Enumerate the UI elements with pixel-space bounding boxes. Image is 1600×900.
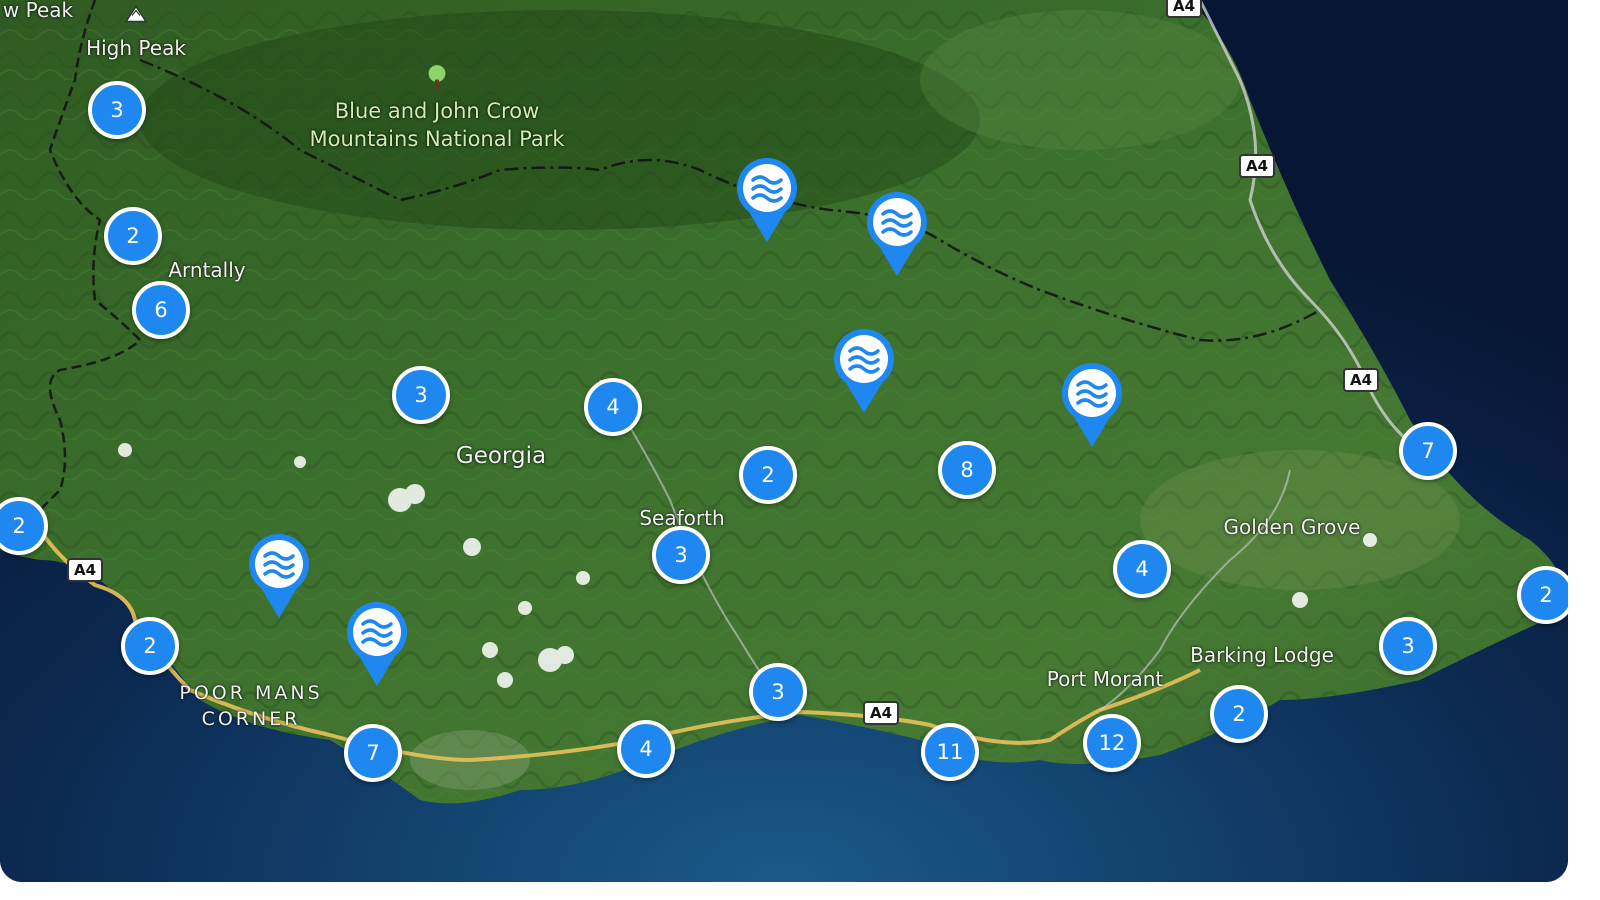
water-waves-icon (347, 602, 407, 686)
place-label-port-morant: Port Morant (1046, 667, 1164, 691)
map-view[interactable]: w Peak High Peak Blue and John Crow Moun… (0, 0, 1568, 882)
cluster-marker[interactable]: 11 (921, 723, 979, 781)
water-location-pin[interactable] (832, 329, 896, 415)
water-location-pin[interactable] (345, 602, 409, 688)
park-name-line2: Mountains National Park (309, 127, 565, 151)
water-waves-icon (1062, 363, 1122, 447)
satellite-basemap (0, 0, 1568, 882)
place-label-arntally: Arntally (168, 258, 246, 282)
water-location-pin[interactable] (1060, 363, 1124, 449)
cluster-marker[interactable]: 4 (617, 720, 675, 778)
cluster-marker[interactable]: 7 (344, 724, 402, 782)
road-shield-a4: A4 (66, 558, 104, 582)
cluster-marker[interactable]: 2 (121, 617, 179, 675)
water-location-pin[interactable] (865, 192, 929, 278)
cluster-marker[interactable]: 6 (132, 281, 190, 339)
water-location-pin[interactable] (735, 158, 799, 244)
place-label-barking-lodge: Barking Lodge (1190, 643, 1334, 667)
corner-name-line2: CORNER (201, 708, 301, 730)
cluster-marker[interactable]: 3 (88, 81, 146, 139)
place-label-poor-mans-corner: POOR MANS CORNER (179, 680, 322, 732)
corner-name-line1: POOR MANS (179, 682, 323, 704)
water-waves-icon (737, 158, 797, 242)
road-shield-a4: A4 (1342, 368, 1380, 392)
place-label-high-peak: High Peak (86, 36, 186, 60)
place-label-w-peak: w Peak (2, 0, 74, 22)
cluster-marker[interactable]: 2 (739, 446, 797, 504)
water-location-pin[interactable] (247, 534, 311, 620)
cluster-marker[interactable]: 12 (1083, 714, 1141, 772)
cluster-marker[interactable]: 4 (584, 378, 642, 436)
cluster-marker[interactable]: 8 (938, 441, 996, 499)
park-name-line1: Blue and John Crow (334, 99, 540, 123)
cluster-marker[interactable]: 4 (1113, 540, 1171, 598)
water-waves-icon (249, 534, 309, 618)
place-label-golden-grove: Golden Grove (1223, 515, 1361, 539)
cluster-marker[interactable]: 2 (1517, 566, 1568, 624)
cluster-marker[interactable]: 3 (392, 366, 450, 424)
mountain-peak-icon (124, 5, 148, 28)
park-tree-icon (424, 63, 450, 97)
cluster-marker[interactable]: 2 (104, 207, 162, 265)
cluster-marker[interactable]: 3 (652, 526, 710, 584)
place-label-georgia: Georgia (455, 443, 547, 469)
road-shield-a4: A4 (1238, 154, 1276, 178)
cluster-marker[interactable]: 3 (749, 663, 807, 721)
water-waves-icon (867, 192, 927, 276)
water-waves-icon (834, 329, 894, 413)
road-shield-a4: A4 (862, 701, 900, 725)
cluster-marker[interactable]: 7 (1399, 422, 1457, 480)
place-label-national-park: Blue and John Crow Mountains National Pa… (309, 97, 564, 153)
cluster-marker[interactable]: 3 (1379, 617, 1437, 675)
cluster-marker[interactable]: 2 (1210, 685, 1268, 743)
road-shield-a4: A4 (1165, 0, 1203, 18)
